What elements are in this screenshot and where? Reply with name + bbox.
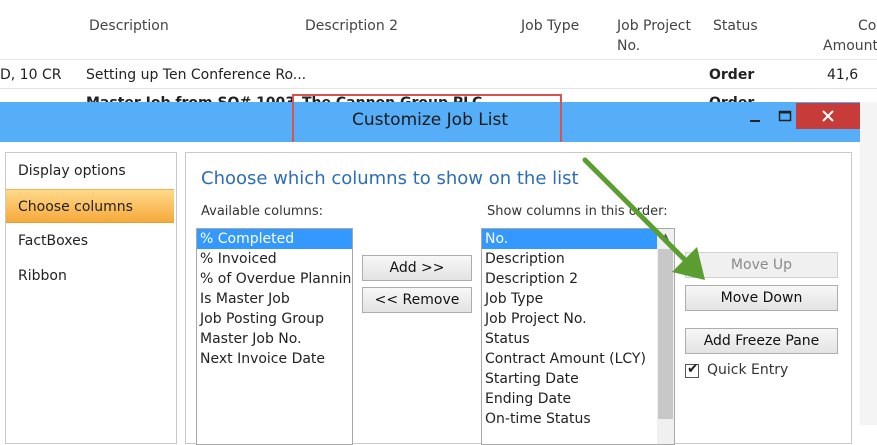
- annotation-arrow-icon: [582, 157, 705, 280]
